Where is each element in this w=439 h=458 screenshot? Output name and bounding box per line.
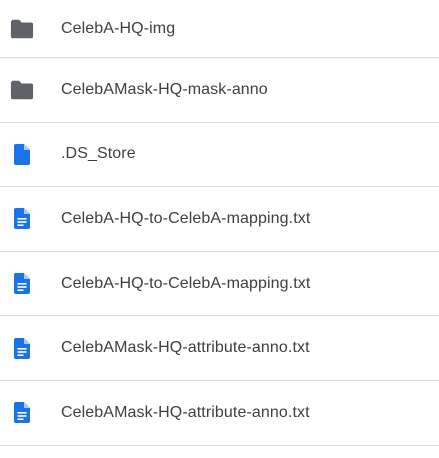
file-row-text[interactable]: CelebA-HQ-to-CelebA-mapping.txt — [0, 187, 439, 252]
file-row-folder[interactable]: CelebAMask-HQ-mask-anno — [0, 58, 439, 123]
file-name: CelebAMask-HQ-attribute-anno.txt — [61, 339, 310, 357]
text-document-icon — [12, 336, 32, 360]
file-row-text[interactable]: CelebAMask-HQ-attribute-anno.txt — [0, 316, 439, 381]
file-name: .DS_Store — [61, 145, 136, 163]
file-icon — [12, 142, 32, 166]
file-row-folder[interactable]: CelebA-HQ-img — [0, 0, 439, 58]
file-name: CelebA-HQ-to-CelebA-mapping.txt — [61, 274, 311, 292]
file-row-text[interactable]: CelebA-HQ-to-CelebA-mapping.txt — [0, 252, 439, 317]
file-list: CelebA-HQ-img CelebAMask-HQ-mask-anno .D… — [0, 0, 439, 446]
file-name: CelebA-HQ-img — [61, 19, 176, 37]
folder-icon — [10, 17, 34, 41]
file-name: CelebA-HQ-to-CelebA-mapping.txt — [61, 209, 311, 227]
text-document-icon — [12, 401, 32, 425]
file-row-file[interactable]: .DS_Store — [0, 123, 439, 188]
file-name: CelebAMask-HQ-attribute-anno.txt — [61, 403, 310, 421]
text-document-icon — [12, 207, 32, 231]
text-document-icon — [12, 272, 32, 296]
file-row-text[interactable]: CelebAMask-HQ-attribute-anno.txt — [0, 381, 439, 446]
folder-icon — [10, 78, 34, 102]
file-name: CelebAMask-HQ-mask-anno — [61, 80, 268, 98]
